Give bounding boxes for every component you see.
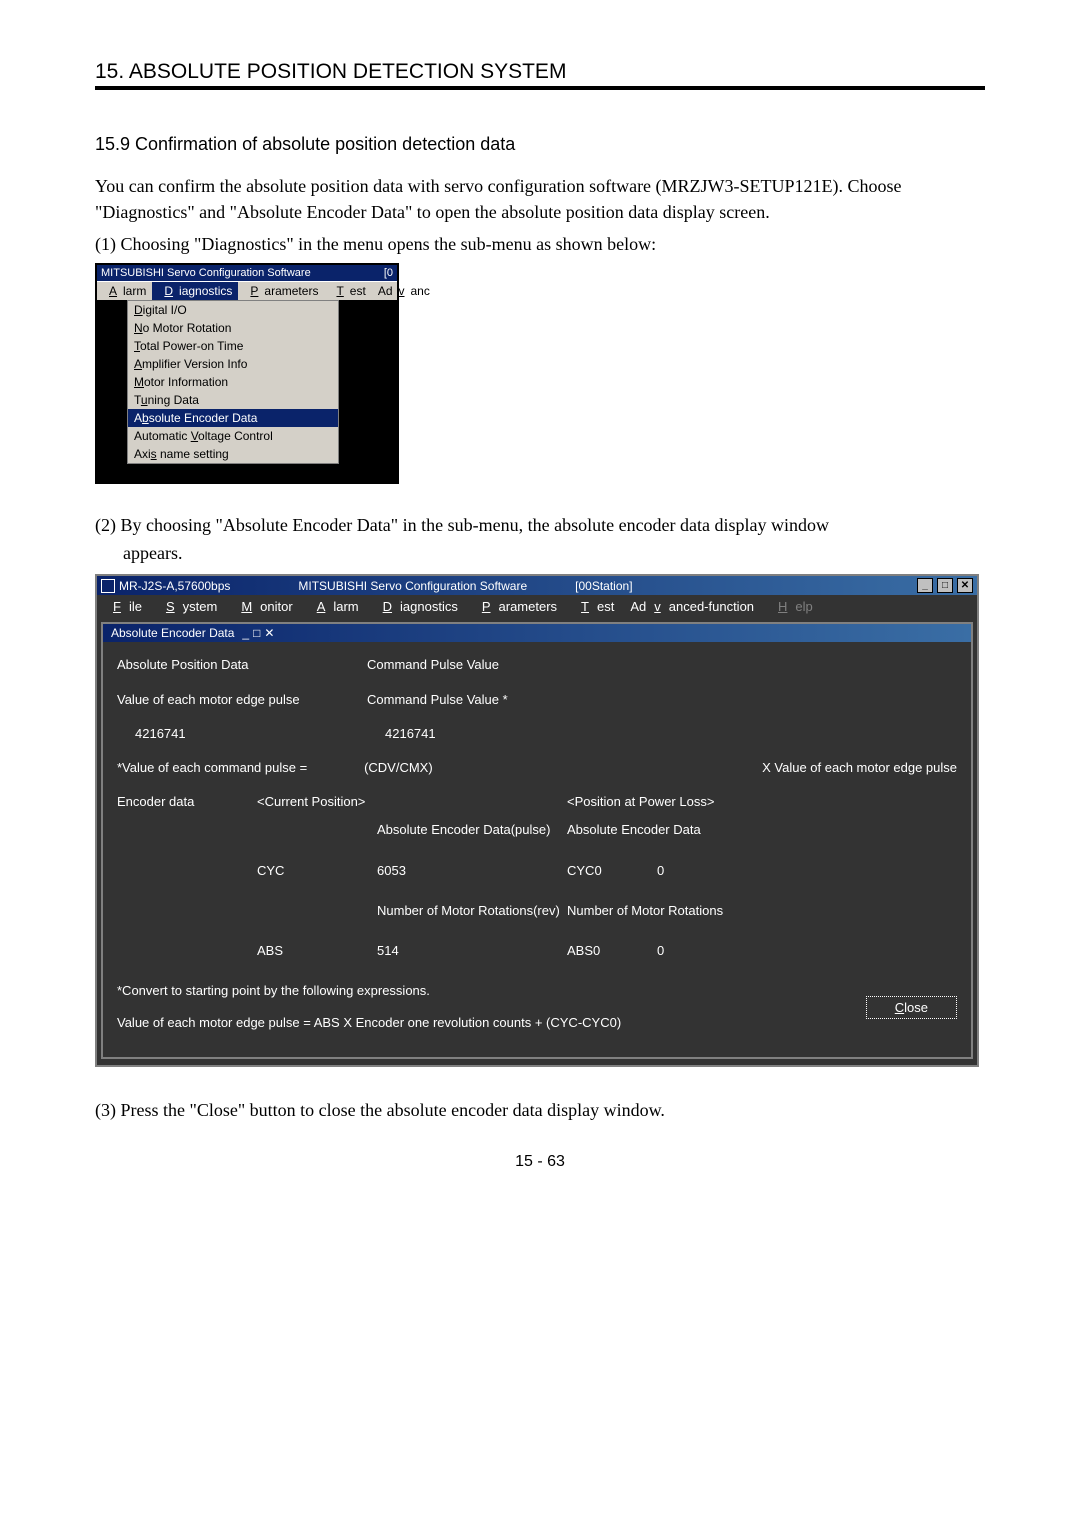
- menu-file[interactable]: File: [97, 597, 150, 616]
- step-1: (1) Choosing "Diagnostics" in the menu o…: [95, 231, 985, 257]
- menu-alarm2[interactable]: Alarm: [301, 597, 367, 616]
- menu-diagnostics[interactable]: Diagnostics: [152, 282, 238, 300]
- title-right: [00Station]: [575, 579, 632, 593]
- title-left: MR-J2S-A,57600bps: [119, 579, 230, 593]
- lbl-abs0: ABS0: [567, 942, 657, 960]
- dd-amp-ver[interactable]: Amplifier Version Info: [128, 355, 338, 373]
- lbl-curpos: <Current Position>: [257, 793, 567, 811]
- lbl-cpv-star: Command Pulse Value *: [367, 691, 587, 709]
- val-cyc0: 0: [657, 862, 737, 880]
- lbl-vecp: *Value of each command pulse =: [117, 759, 364, 777]
- val-cyc: 6053: [377, 862, 567, 880]
- lbl-nmr: Number of Motor Rotations: [567, 902, 723, 920]
- step-3: (3) Press the "Close" button to close th…: [95, 1097, 985, 1123]
- maximize-icon[interactable]: □: [937, 578, 953, 593]
- dd-tuning[interactable]: Tuning Data: [128, 391, 338, 409]
- dd-motor-info[interactable]: Motor Information: [128, 373, 338, 391]
- window-title-suffix: [0: [384, 267, 393, 279]
- step-2a: (2) By choosing "Absolute Encoder Data" …: [95, 512, 985, 538]
- lbl-cpv: Command Pulse Value: [367, 656, 587, 674]
- menu-system[interactable]: System: [150, 597, 225, 616]
- app-icon: [101, 579, 115, 593]
- inner-close-icon[interactable]: ✕: [264, 626, 274, 640]
- step-2b: appears.: [95, 540, 985, 566]
- inner-minimize-icon[interactable]: _: [242, 626, 249, 640]
- menubar: Alarm Diagnostics Parameters Test Advanc: [97, 281, 397, 300]
- window-titlebar: MITSUBISHI Servo Configuration Software …: [97, 265, 397, 281]
- window-title: MITSUBISHI Servo Configuration Software: [101, 267, 311, 279]
- dd-avc[interactable]: Automatic Voltage Control: [128, 427, 338, 445]
- screenshot-1: MITSUBISHI Servo Configuration Software …: [95, 263, 399, 484]
- menu-param2[interactable]: Parameters: [466, 597, 565, 616]
- lbl-vemep: Value of each motor edge pulse: [117, 691, 367, 709]
- inner-window: Absolute Encoder Data _ □ ✕ Absolute Pos…: [101, 622, 973, 1058]
- menu-test2[interactable]: Test: [565, 597, 622, 616]
- menu-adv2[interactable]: Advanced-function: [622, 597, 762, 616]
- dd-abs-encoder[interactable]: Absolute Encoder Data: [128, 409, 338, 427]
- diagnostics-dropdown: Digital I/O No Motor Rotation Total Powe…: [127, 300, 339, 464]
- inner-title: Absolute Encoder Data: [111, 626, 234, 640]
- chapter-title: 15. ABSOLUTE POSITION DETECTION SYSTEM: [95, 60, 985, 84]
- lbl-nmrrev: Number of Motor Rotations(rev): [377, 902, 567, 920]
- section-title: 15.9 Confirmation of absolute position d…: [95, 134, 985, 155]
- val-motor-edge: 4216741: [117, 725, 385, 743]
- menu-alarm[interactable]: Alarm: [97, 282, 152, 300]
- val-command-pulse: 4216741: [385, 725, 605, 743]
- val-abs0: 0: [657, 942, 737, 960]
- menu-advanced[interactable]: Advanc: [372, 282, 436, 300]
- menu-parameters[interactable]: Parameters: [238, 282, 324, 300]
- outer-titlebar: MR-J2S-A,57600bps MITSUBISHI Servo Confi…: [97, 576, 977, 595]
- lbl-apd: Absolute Position Data: [117, 656, 367, 674]
- dd-axis[interactable]: Axis name setting: [128, 445, 338, 463]
- menu-help[interactable]: Help: [762, 597, 821, 616]
- lbl-aed: Absolute Encoder Data: [567, 821, 701, 839]
- lbl-abs: ABS: [257, 942, 377, 960]
- page-number: 15 - 63: [95, 1153, 985, 1171]
- divider: [95, 86, 985, 90]
- minimize-icon[interactable]: _: [917, 578, 933, 593]
- close-icon[interactable]: ✕: [957, 578, 973, 593]
- lbl-xvemep: X Value of each motor edge pulse: [581, 759, 957, 777]
- lbl-cyc0: CYC0: [567, 862, 657, 880]
- lbl-encdata: Encoder data: [117, 793, 257, 811]
- menu-test[interactable]: Test: [324, 282, 371, 300]
- lbl-aedp: Absolute Encoder Data(pulse): [377, 821, 567, 839]
- lbl-cyc: CYC: [257, 862, 377, 880]
- inner-content: Absolute Position Data Command Pulse Val…: [103, 642, 971, 1056]
- lbl-formula: Value of each motor edge pulse = ABS X E…: [117, 1014, 957, 1032]
- dd-total-power[interactable]: Total Power-on Time: [128, 337, 338, 355]
- menu-monitor[interactable]: Monitor: [225, 597, 300, 616]
- inner-titlebar: Absolute Encoder Data _ □ ✕: [103, 624, 971, 642]
- close-button[interactable]: Close: [866, 996, 957, 1019]
- lbl-posloss: <Position at Power Loss>: [567, 793, 714, 811]
- lbl-convert: *Convert to starting point by the follow…: [117, 982, 957, 1000]
- title-center: MITSUBISHI Servo Configuration Software: [298, 579, 527, 593]
- outer-menubar: File System Monitor Alarm Diagnostics Pa…: [97, 595, 977, 618]
- paragraph-1: You can confirm the absolute position da…: [95, 173, 985, 225]
- val-abs: 514: [377, 942, 567, 960]
- inner-maximize-icon[interactable]: □: [253, 626, 260, 640]
- screenshot-2: MR-J2S-A,57600bps MITSUBISHI Servo Confi…: [95, 574, 979, 1066]
- lbl-cdvcmx: (CDV/CMX): [364, 759, 581, 777]
- dd-digital-io[interactable]: Digital I/O: [128, 301, 338, 319]
- dd-no-motor[interactable]: No Motor Rotation: [128, 319, 338, 337]
- menu-diag2[interactable]: Diagnostics: [367, 597, 466, 616]
